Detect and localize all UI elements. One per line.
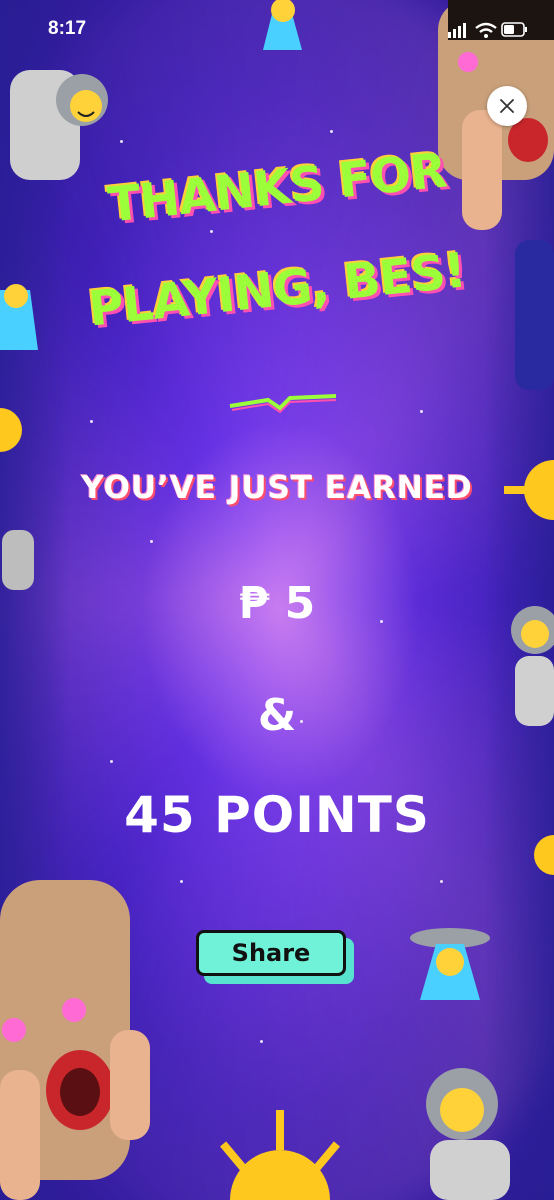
star [420,410,423,413]
peso-reward: ₱ 5 [238,578,316,629]
star [440,880,443,883]
share-button-wrap: Share [196,930,358,988]
star [120,140,123,143]
star [180,880,183,883]
star [150,540,153,543]
star [330,130,333,133]
astronaut-sticker-bottom [426,1068,510,1200]
battery-icon [501,22,527,37]
star [90,420,93,423]
ampersand: & [257,690,297,741]
status-icons [448,22,527,38]
star [210,230,213,233]
sun-sticker-left [0,408,22,452]
signal-icon [448,23,466,38]
status-time: 8:17 [48,18,87,39]
star [260,1040,263,1043]
ufo-sticker [263,0,302,50]
screaming-face-sticker [0,880,150,1200]
star [110,760,113,763]
wifi-icon [475,22,497,38]
earned-label: YOU’VE JUST EARNED [81,470,473,506]
points-reward: 45 POINTS [124,786,430,844]
reward-screen: 8:17 THANKS FOR PLAYING, BES! YOU’VE JUS… [0,0,554,1200]
ufo-sticker-right [410,928,490,1000]
sun-sticker-bottom [220,1110,340,1200]
close-icon [500,99,514,113]
squiggle-divider [229,394,337,414]
close-button[interactable] [487,86,527,126]
share-button[interactable]: Share [196,930,346,976]
